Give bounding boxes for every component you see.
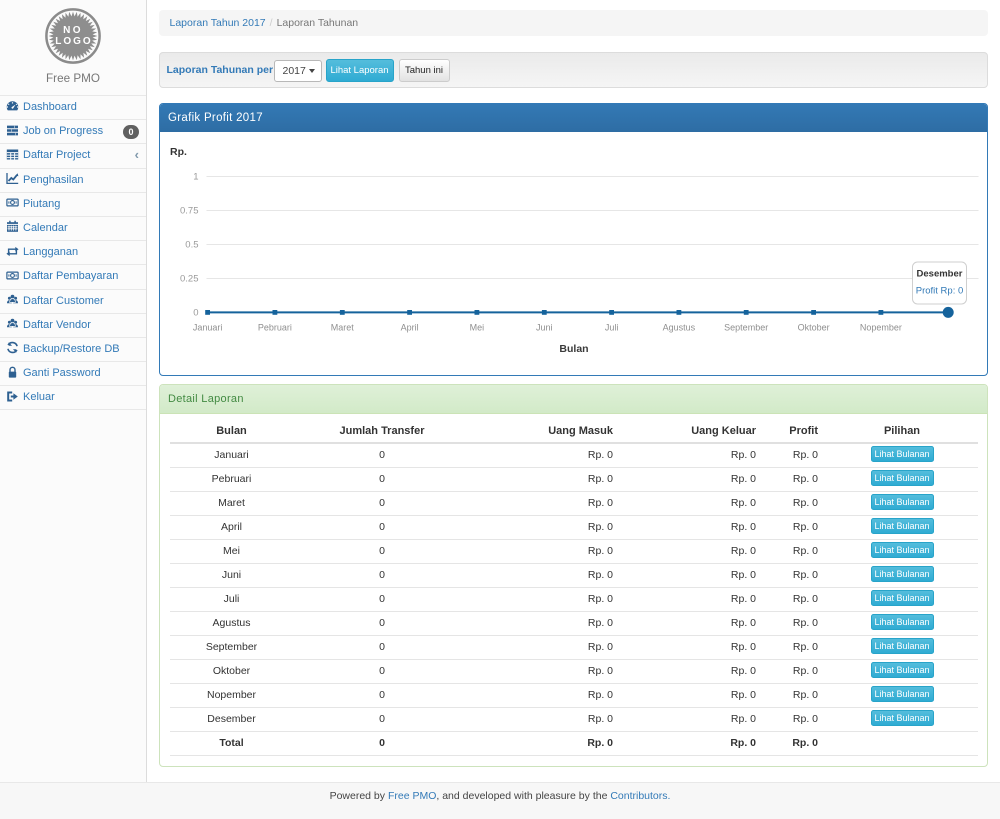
svg-text:April: April — [400, 322, 418, 332]
svg-text:Mei: Mei — [469, 322, 484, 332]
svg-text:Maret: Maret — [330, 322, 354, 332]
svg-text:Juni: Juni — [535, 322, 552, 332]
svg-text:Bulan: Bulan — [559, 343, 588, 355]
svg-text:0.25: 0.25 — [180, 273, 199, 284]
svg-text:September: September — [724, 322, 768, 332]
svg-text:0: 0 — [193, 307, 198, 318]
svg-text:Nopember: Nopember — [859, 322, 901, 332]
svg-text:1: 1 — [193, 171, 198, 182]
svg-text:Agustus: Agustus — [662, 322, 695, 332]
svg-text:Juli: Juli — [604, 322, 618, 332]
svg-text:0.75: 0.75 — [180, 205, 199, 216]
svg-text:Pebruari: Pebruari — [257, 322, 291, 332]
svg-text:NO: NO — [63, 25, 83, 36]
svg-text:0.5: 0.5 — [185, 239, 198, 250]
svg-text:LOGO: LOGO — [55, 36, 92, 47]
svg-text:Profit Rp: 0: Profit Rp: 0 — [915, 285, 963, 296]
svg-text:Oktober: Oktober — [797, 322, 829, 332]
svg-text:Rp.: Rp. — [170, 146, 187, 158]
svg-text:Desember: Desember — [916, 268, 962, 279]
svg-text:Januari: Januari — [192, 322, 222, 332]
